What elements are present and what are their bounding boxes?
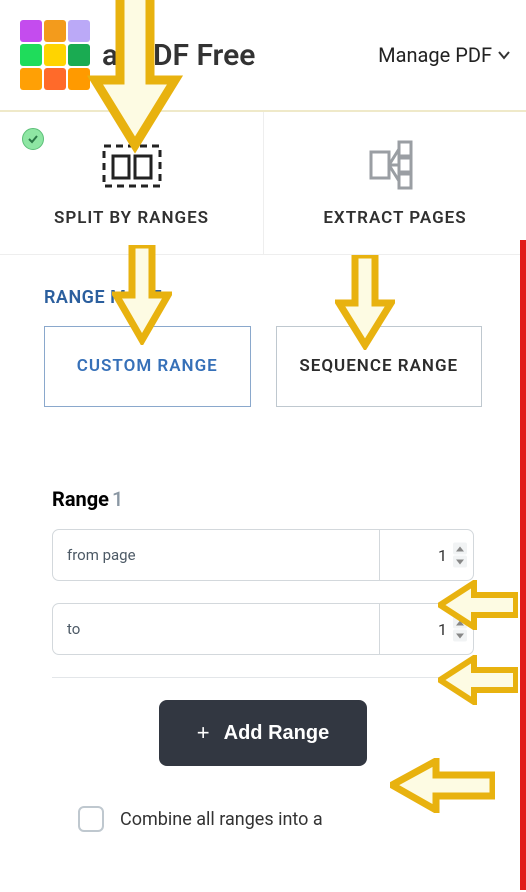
manage-pdf-label: Manage PDF (378, 43, 492, 67)
range-header: Range1 (52, 487, 474, 511)
combine-checkbox[interactable] (78, 806, 104, 832)
content-area: RANGE MODE: CUSTOM RANGE SEQUENCE RANGE … (0, 255, 526, 832)
range-mode-heading: RANGE MODE: (44, 287, 482, 308)
manage-pdf-dropdown[interactable]: Manage PDF (378, 43, 516, 67)
tab-split-label: SPLIT BY RANGES (0, 208, 263, 228)
tab-extract-pages[interactable]: EXTRACT PAGES (263, 112, 526, 254)
from-page-label: from page (53, 546, 379, 564)
app-logo-icon (20, 20, 90, 90)
combine-label: Combine all ranges into a (120, 809, 323, 830)
from-step-up-icon[interactable] (453, 543, 467, 555)
scrollbar-indicator[interactable] (520, 240, 526, 890)
tab-split-by-ranges[interactable]: SPLIT BY RANGES (0, 112, 263, 254)
to-page-label: to (53, 620, 379, 638)
from-page-value: 1 (438, 546, 447, 565)
range-section: Range1 from page 1 to 1 (44, 487, 482, 832)
header-left: allPDF Free (20, 20, 255, 90)
sequence-range-button[interactable]: SEQUENCE RANGE (276, 326, 483, 407)
app-header: allPDF Free Manage PDF (0, 0, 526, 112)
range-number: 1 (112, 487, 123, 511)
to-page-input[interactable]: 1 (379, 604, 473, 654)
to-step-down-icon[interactable] (453, 630, 467, 642)
divider (52, 677, 474, 678)
range-to-row: to 1 (52, 603, 474, 655)
chevron-down-icon (496, 47, 512, 63)
to-stepper[interactable] (453, 617, 467, 642)
to-page-value: 1 (438, 620, 447, 639)
plus-icon: + (197, 720, 210, 746)
from-stepper[interactable] (453, 543, 467, 568)
add-range-label: Add Range (224, 722, 330, 745)
range-from-row: from page 1 (52, 529, 474, 581)
add-range-button[interactable]: + Add Range (159, 700, 367, 766)
range-label: Range (52, 487, 109, 511)
mode-tabs: SPLIT BY RANGES EXTRACT PAGES (0, 112, 526, 255)
combine-row: Combine all ranges into a (52, 806, 474, 832)
to-step-up-icon[interactable] (453, 617, 467, 629)
from-page-input[interactable]: 1 (379, 530, 473, 580)
range-mode-buttons: CUSTOM RANGE SEQUENCE RANGE (44, 326, 482, 407)
split-ranges-icon (102, 140, 162, 190)
app-title: allPDF Free (102, 38, 255, 73)
tab-extract-label: EXTRACT PAGES (264, 208, 526, 228)
from-step-down-icon[interactable] (453, 556, 467, 568)
custom-range-button[interactable]: CUSTOM RANGE (44, 326, 251, 407)
extract-pages-icon (365, 140, 425, 190)
